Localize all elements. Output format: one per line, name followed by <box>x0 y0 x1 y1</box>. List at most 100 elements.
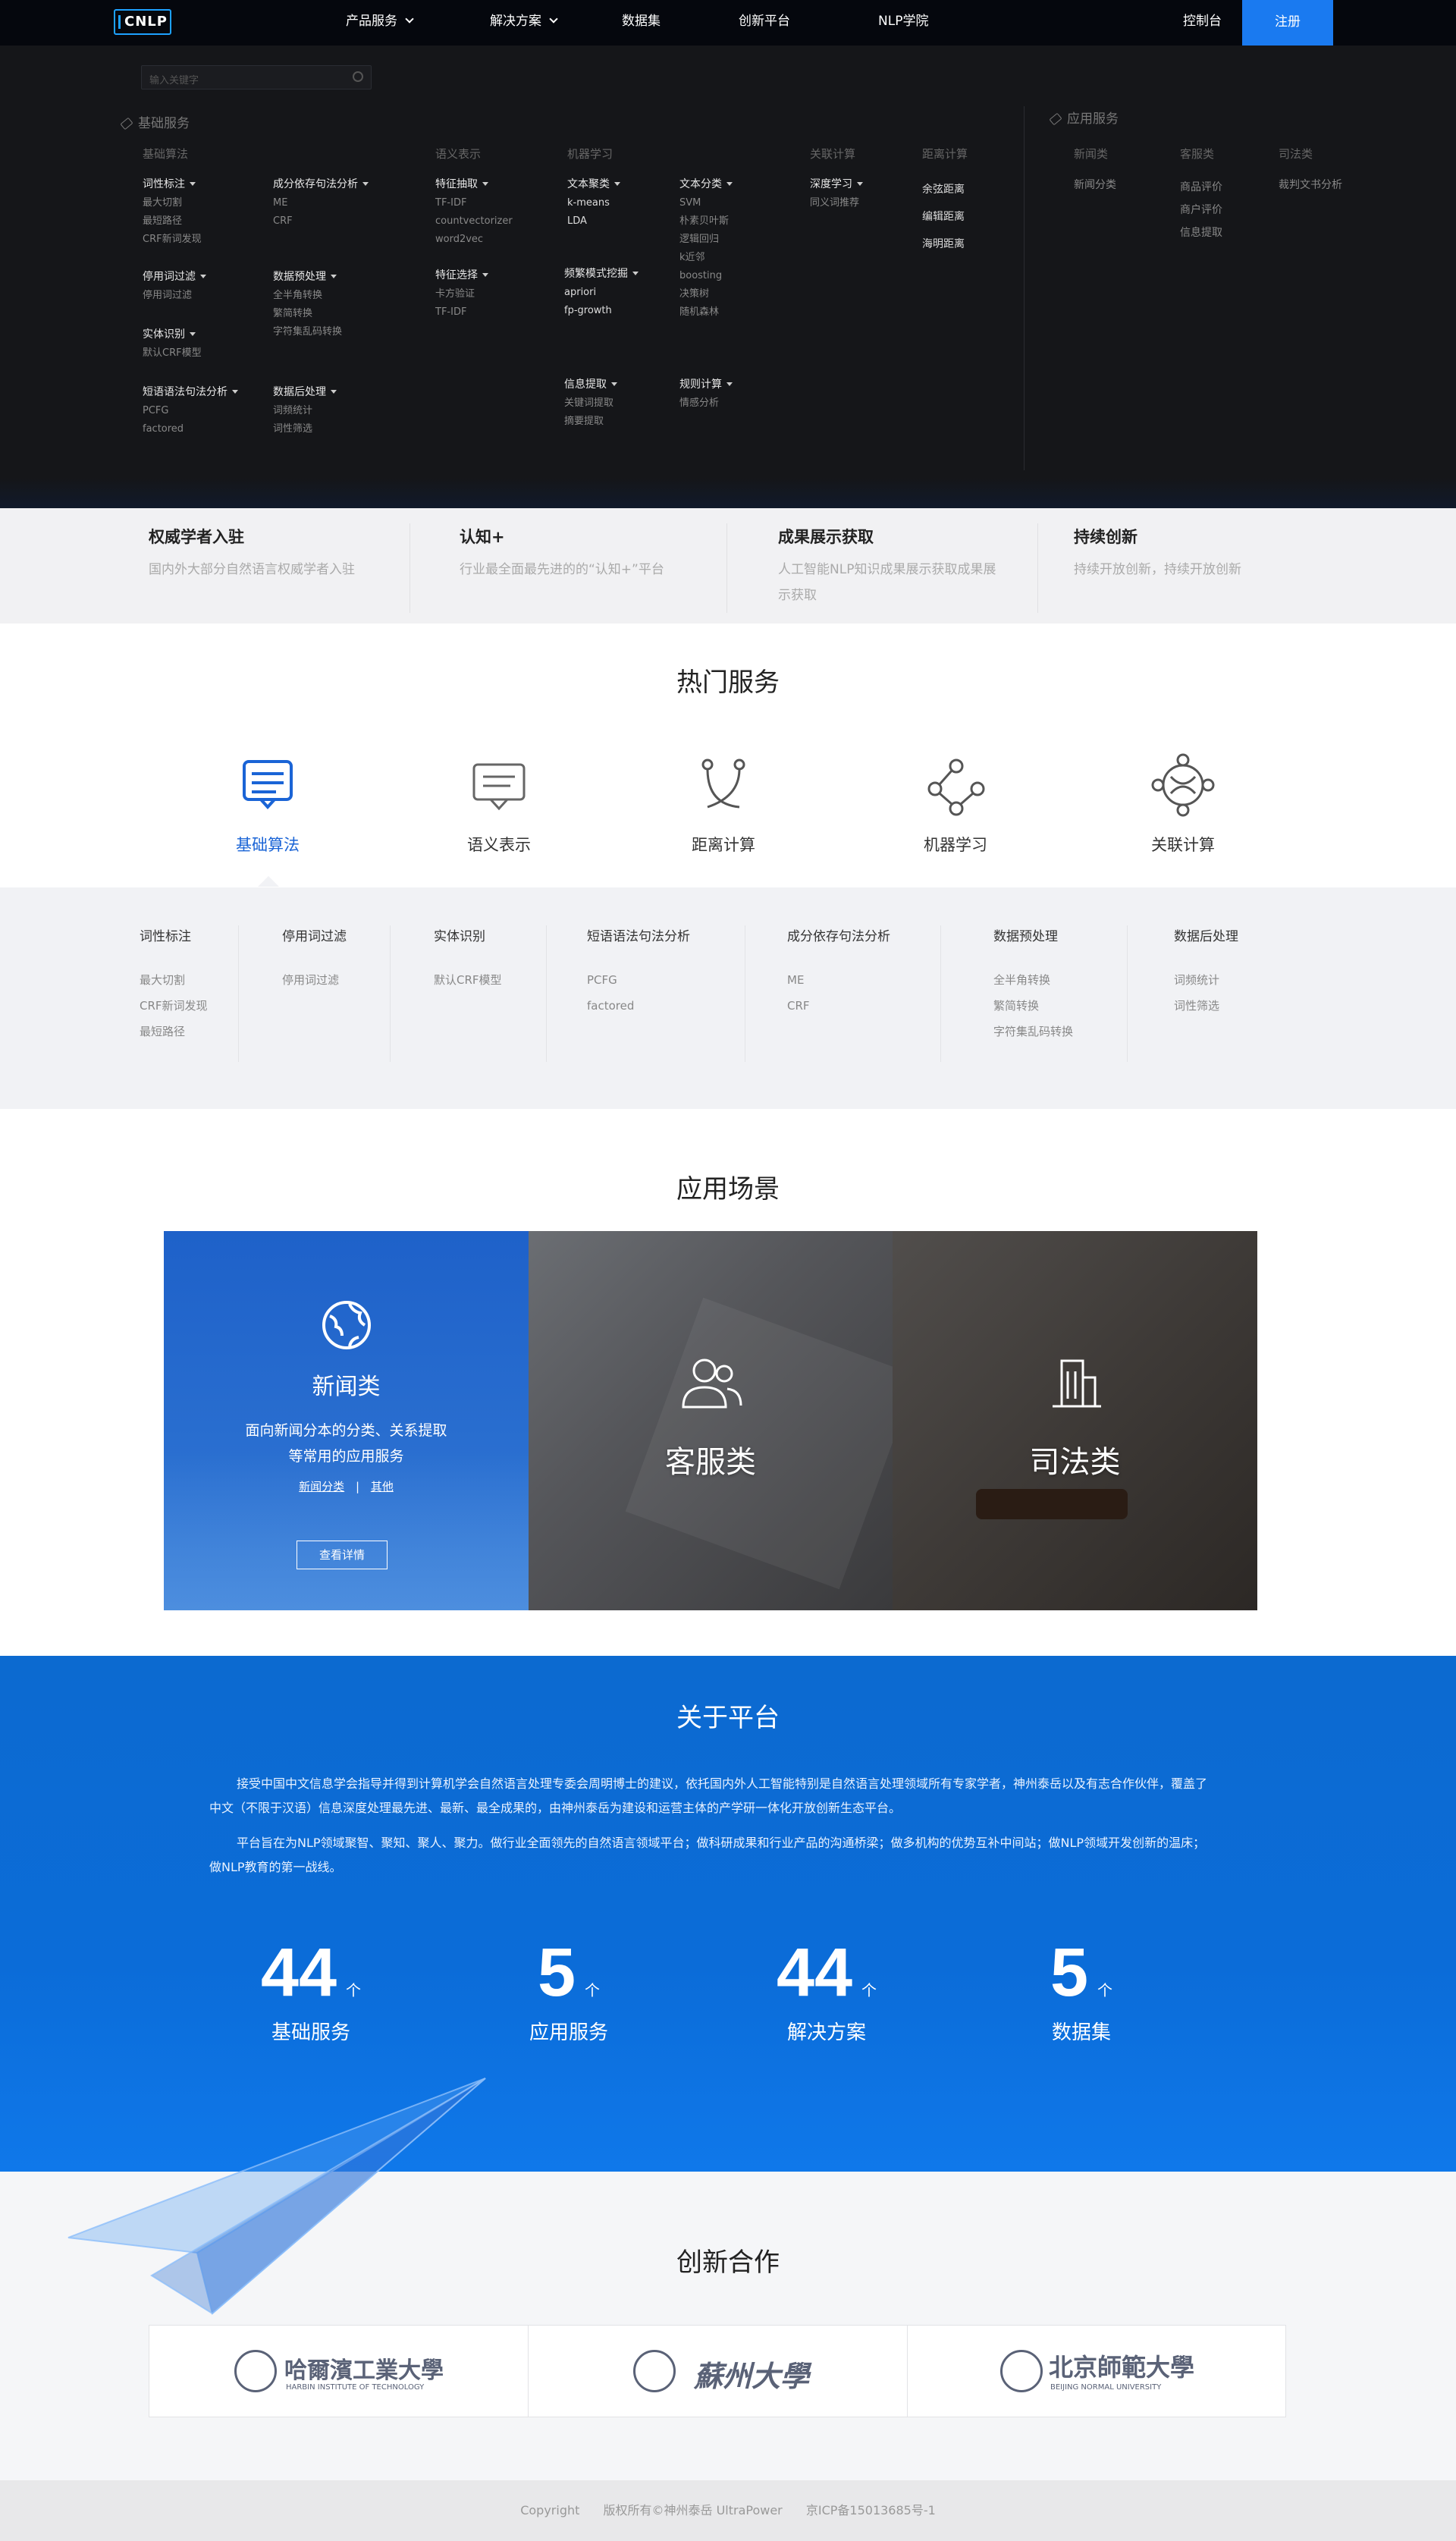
menu-group-title[interactable]: 规则计算 <box>679 376 733 391</box>
menu-link[interactable]: k-means <box>567 194 620 212</box>
menu-group-title[interactable]: 特征抽取 <box>435 176 513 191</box>
menu-link[interactable]: 词频统计 <box>273 402 337 420</box>
menu-group-title[interactable]: 词性标注 <box>143 176 202 191</box>
search-icon[interactable] <box>353 71 363 82</box>
scene-card-judicial[interactable]: 司法类 <box>893 1231 1257 1610</box>
view-details-button[interactable]: 查看详情 <box>297 1541 388 1569</box>
menu-link[interactable]: 字符集乱码转换 <box>273 323 342 341</box>
algo-link[interactable]: 繁简转换 <box>993 993 1073 1019</box>
menu-link[interactable]: 情感分析 <box>679 394 733 413</box>
scene-card-news[interactable]: 新闻类 面向新闻分本的分类、关系提取 等常用的应用服务 新闻分类 | 其他 查看详… <box>164 1231 529 1610</box>
menu-link[interactable]: 关键词提取 <box>564 394 617 413</box>
menu-link[interactable]: ME <box>273 194 369 212</box>
algo-link[interactable]: 词性筛选 <box>1174 993 1238 1019</box>
cat-ml[interactable]: 机器学习 <box>567 146 613 162</box>
menu-link[interactable]: 摘要提取 <box>564 413 617 431</box>
menu-group-title[interactable]: 特征选择 <box>435 267 488 282</box>
menu-link[interactable]: SVM <box>679 194 733 212</box>
menu-link[interactable]: TF-IDF <box>435 303 488 322</box>
column-title[interactable]: 数据后处理 <box>1174 925 1238 944</box>
menu-link[interactable]: 商户评价 <box>1180 199 1222 221</box>
icp-link[interactable]: 京ICP备15013685号-1 <box>806 2503 936 2517</box>
menu-link[interactable]: 随机森林 <box>679 303 733 322</box>
menu-link[interactable]: 余弦距离 <box>922 176 965 203</box>
menu-link[interactable]: 卡方验证 <box>435 285 488 303</box>
nav-nlp-academy[interactable]: NLP学院 <box>878 0 928 46</box>
algo-link[interactable]: 默认CRF模型 <box>434 967 502 993</box>
menu-link[interactable]: 词性筛选 <box>273 420 337 438</box>
menu-link[interactable]: 商品评价 <box>1180 176 1222 199</box>
nav-product-services[interactable]: 产品服务 <box>346 0 414 46</box>
menu-link[interactable]: 逻辑回归 <box>679 231 733 249</box>
menu-link[interactable]: 裁判文书分析 <box>1279 176 1342 194</box>
menu-link[interactable]: word2vec <box>435 231 513 249</box>
console-link[interactable]: 控制台 <box>1183 0 1222 46</box>
service-distance[interactable]: 距离计算 <box>655 751 792 856</box>
partner-suda[interactable]: 蘇州大學 <box>529 2326 908 2417</box>
menu-group-title[interactable]: 数据后处理 <box>273 384 337 399</box>
menu-link[interactable]: k近邻 <box>679 249 733 267</box>
cat-assoc[interactable]: 关联计算 <box>810 146 855 162</box>
partner-hit[interactable]: 哈爾濱工業大學 HARBIN INSTITUTE OF TECHNOLOGY <box>149 2326 529 2417</box>
algo-link[interactable]: CRF <box>787 993 890 1019</box>
menu-link[interactable]: 繁简转换 <box>273 305 342 323</box>
menu-group-title[interactable]: 实体识别 <box>143 326 202 341</box>
algo-link[interactable]: 停用词过滤 <box>282 967 347 993</box>
cat-basic-algo[interactable]: 基础算法 <box>143 146 188 162</box>
menu-link[interactable]: 决策树 <box>679 285 733 303</box>
cat-cs[interactable]: 客服类 <box>1180 146 1214 162</box>
algo-link[interactable]: 最大切割 <box>140 967 208 993</box>
menu-link[interactable]: 编辑距离 <box>922 203 965 231</box>
menu-link[interactable]: 海明距离 <box>922 231 965 258</box>
menu-link[interactable]: boosting <box>679 267 733 285</box>
algo-link[interactable]: 最短路径 <box>140 1019 208 1044</box>
algo-link[interactable]: CRF新词发现 <box>140 993 208 1019</box>
news-classification-link[interactable]: 新闻分类 <box>299 1480 344 1494</box>
service-basic-algo[interactable]: 基础算法 <box>199 751 336 856</box>
menu-link[interactable]: 最大切割 <box>143 194 202 212</box>
menu-group-title[interactable]: 信息提取 <box>564 376 617 391</box>
nav-innovation-platform[interactable]: 创新平台 <box>739 0 790 46</box>
menu-link[interactable]: 新闻分类 <box>1074 176 1116 194</box>
algo-link[interactable]: ME <box>787 967 890 993</box>
partner-bnu[interactable]: 北京師範大學 BEIJING NORMAL UNIVERSITY <box>908 2326 1287 2417</box>
scene-card-customer-service[interactable]: 客服类 <box>529 1231 918 1610</box>
menu-group-title[interactable]: 频繁模式挖掘 <box>564 265 639 281</box>
register-button[interactable]: 注册 <box>1242 0 1333 46</box>
menu-link[interactable]: 同义词推荐 <box>810 194 863 212</box>
cnlp-logo[interactable]: CNLP <box>114 9 171 35</box>
column-title[interactable]: 成分依存句法分析 <box>787 925 890 944</box>
menu-link[interactable]: 全半角转换 <box>273 287 342 305</box>
menu-link[interactable]: 停用词过滤 <box>143 287 206 305</box>
menu-link[interactable]: 最短路径 <box>143 212 202 231</box>
menu-search-input[interactable]: 输入关键字 <box>141 65 372 90</box>
menu-group-title[interactable]: 文本聚类 <box>567 176 620 191</box>
menu-link[interactable]: 默认CRF模型 <box>143 344 202 363</box>
service-semantic[interactable]: 语义表示 <box>431 751 567 856</box>
menu-group-title[interactable]: 数据预处理 <box>273 269 342 284</box>
menu-link[interactable]: LDA <box>567 212 620 231</box>
nav-datasets[interactable]: 数据集 <box>622 0 661 46</box>
menu-link[interactable]: CRF新词发现 <box>143 231 202 249</box>
menu-group-title[interactable]: 文本分类 <box>679 176 733 191</box>
menu-group-title[interactable]: 停用词过滤 <box>143 269 206 284</box>
service-assoc[interactable]: 关联计算 <box>1115 751 1251 856</box>
menu-link[interactable]: PCFG <box>143 402 238 420</box>
algo-link[interactable]: factored <box>587 993 690 1019</box>
cat-semantic[interactable]: 语义表示 <box>435 146 481 162</box>
menu-link[interactable]: CRF <box>273 212 369 231</box>
other-link[interactable]: 其他 <box>371 1480 394 1494</box>
menu-link[interactable]: factored <box>143 420 238 438</box>
nav-solutions[interactable]: 解决方案 <box>490 0 558 46</box>
cat-dist[interactable]: 距离计算 <box>922 146 968 162</box>
menu-link[interactable]: fp-growth <box>564 302 639 320</box>
column-title[interactable]: 数据预处理 <box>993 925 1073 944</box>
cat-law[interactable]: 司法类 <box>1279 146 1313 162</box>
column-title[interactable]: 词性标注 <box>140 925 208 944</box>
menu-link[interactable]: countvectorizer <box>435 212 513 231</box>
column-title[interactable]: 停用词过滤 <box>282 925 347 944</box>
menu-link[interactable]: TF-IDF <box>435 194 513 212</box>
menu-group-title[interactable]: 成分依存句法分析 <box>273 176 369 191</box>
menu-group-title[interactable]: 深度学习 <box>810 176 863 191</box>
algo-link[interactable]: 全半角转换 <box>993 967 1073 993</box>
